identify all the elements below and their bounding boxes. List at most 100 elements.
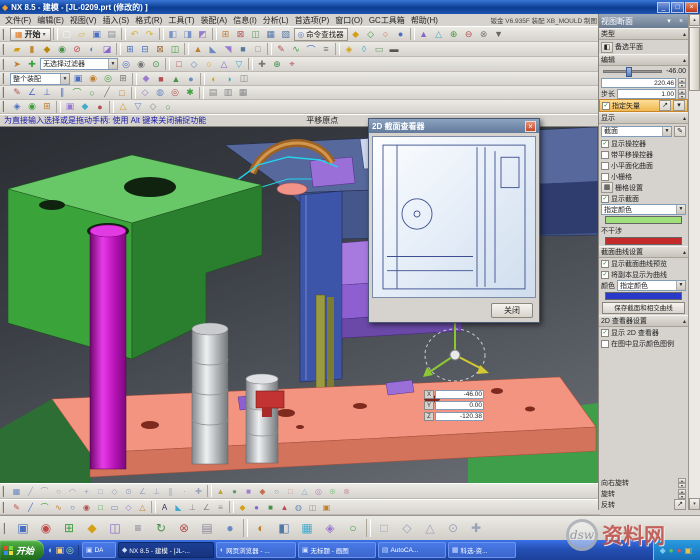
toolbar-icon[interactable]: ○ — [342, 518, 364, 539]
distance-field[interactable]: 220.46 — [601, 78, 676, 88]
menu-item[interactable]: 插入(S) — [100, 15, 133, 26]
snap-icon[interactable]: ◎ — [312, 485, 325, 497]
toolbar-icon[interactable]: ⊕ — [447, 28, 461, 41]
toolbar-icon[interactable] — [199, 87, 204, 99]
offset-slider[interactable] — [603, 70, 662, 73]
snap-icon[interactable]: ⊗ — [340, 485, 353, 497]
curve-icon[interactable]: ◆ — [236, 501, 249, 513]
curve-icon[interactable]: ◍ — [292, 501, 305, 513]
menu-item[interactable]: 视图(V) — [67, 15, 100, 26]
snap-icon[interactable]: ◆ — [256, 485, 269, 497]
titlebar[interactable]: ◆ NX 8.5 - 建模 - [JL-0209.prt (修改的) ] _□× — [0, 0, 700, 14]
checkbox[interactable]: ✓ — [601, 271, 609, 279]
taskbar-window-button[interactable]: ◐ 网页浏览器 - ... — [216, 542, 296, 558]
menu-item[interactable]: 装配(A) — [198, 15, 231, 26]
toolbar-icon[interactable]: ■ — [154, 72, 168, 85]
toolbar-icon[interactable]: ● — [219, 518, 241, 539]
curve-checkbox-row[interactable]: ✓ 显示截面曲线预览 — [599, 258, 688, 269]
toolbar-icon[interactable]: ◥ — [221, 43, 235, 56]
combo-arrow-icon[interactable]: ▼ — [676, 281, 685, 290]
toolbar-icon[interactable]: ◇ — [187, 58, 201, 71]
toolbar-icon[interactable] — [109, 101, 114, 113]
toolbar-icon[interactable]: ⊟ — [138, 43, 152, 56]
viewer-checkbox-row[interactable]: ✓ 显示 2D 查看器 — [599, 327, 688, 338]
curve-icon[interactable]: ≡ — [214, 501, 227, 513]
save-section-curves-button[interactable]: 保存截面和相交曲线 — [602, 302, 685, 314]
toolbar-icon[interactable]: ⊙ — [149, 58, 163, 71]
toolbar-icon[interactable] — [200, 73, 205, 85]
toolbar-icon[interactable]: ⊞ — [58, 518, 80, 539]
curve-icon[interactable]: ✎ — [10, 501, 23, 513]
toolbar-icon[interactable]: ◉ — [134, 58, 148, 71]
section-header-type[interactable]: 类型 ▴ — [599, 28, 688, 40]
toolbar-icon[interactable]: ≡ — [127, 518, 149, 539]
reverse-button[interactable]: ↗ — [674, 499, 686, 510]
toolbar-icon[interactable]: ● — [394, 28, 408, 41]
toolbar-icon[interactable]: ◎ — [168, 86, 182, 99]
display-checkbox-row[interactable]: 带平移操控器 — [599, 149, 688, 160]
snap-icon[interactable]: ◠ — [66, 485, 79, 497]
snap-icon[interactable]: + — [80, 485, 93, 497]
snap-icon[interactable]: ○ — [52, 485, 65, 497]
toolbar-icon[interactable]: ▰ — [10, 43, 24, 56]
panel-scrollbar[interactable]: ▴ ▾ — [688, 14, 700, 510]
toolbar-icon[interactable]: ● — [93, 100, 107, 113]
toolbar-icon[interactable] — [121, 28, 126, 40]
toolbar-icon[interactable]: ▽ — [131, 100, 145, 113]
toolbar-icon[interactable]: ◇ — [396, 518, 418, 539]
interference-color-swatch[interactable] — [605, 237, 682, 245]
section-color-combo[interactable]: 指定颜色 ▼ — [601, 204, 686, 215]
toolbar-icon[interactable]: ⊘ — [70, 43, 84, 56]
rotate-spinner[interactable]: ▴▾ — [678, 489, 686, 499]
toolbar-icon[interactable] — [212, 28, 217, 40]
toolbar-grip[interactable] — [3, 523, 8, 534]
section-color-swatch[interactable] — [605, 216, 682, 224]
toolbar-icon[interactable]: ✎ — [274, 43, 288, 56]
alternate-plane-row[interactable]: ◧ 备选平面 — [599, 40, 688, 54]
curve-icon[interactable]: ◉ — [80, 501, 93, 513]
snap-icon[interactable]: □ — [284, 485, 297, 497]
menu-item[interactable]: 分析(L) — [260, 15, 292, 26]
taskbar-window-button[interactable]: ▦ 科选-资... — [448, 542, 516, 558]
toolbar-icon[interactable]: ◣ — [206, 43, 220, 56]
toolbar-icon[interactable]: □ — [251, 43, 265, 56]
distance-spinner[interactable]: ▴▾ — [678, 78, 686, 88]
snap-icon[interactable]: ▲ — [214, 485, 227, 497]
toolbar-grip[interactable] — [2, 73, 7, 84]
toolbar-icon[interactable]: ◫ — [104, 518, 126, 539]
menu-item[interactable]: 格式(R) — [132, 15, 165, 26]
curve-icon[interactable]: ■ — [264, 501, 277, 513]
toolbar-icon[interactable]: ▦ — [264, 28, 278, 41]
checkbox[interactable]: ✓ — [601, 260, 609, 268]
toolbar-icon[interactable]: ▣ — [71, 72, 85, 85]
curve-icon[interactable]: □ — [94, 501, 107, 513]
dialog-titlebar[interactable]: 2D 截面查看器 × — [369, 119, 539, 133]
menu-item[interactable]: 首选项(P) — [292, 15, 333, 26]
curve-icon[interactable]: ◇ — [122, 501, 135, 513]
toolbar-icon[interactable] — [165, 58, 170, 70]
snap-icon[interactable]: ● — [228, 485, 241, 497]
toolbar-icon[interactable]: ↷ — [143, 28, 157, 41]
toolbar-icon[interactable] — [159, 28, 164, 40]
toolbar-icon[interactable]: ▦ — [236, 86, 250, 99]
curve-icon[interactable]: ╱ — [24, 501, 37, 513]
curve-icon[interactable]: ▣ — [320, 501, 333, 513]
toolbar-icon[interactable]: ⌖ — [285, 58, 299, 71]
toolbar-icon[interactable]: △ — [432, 28, 446, 41]
checkbox[interactable]: ✓ — [601, 329, 609, 337]
snap-icon[interactable]: ○ — [270, 485, 283, 497]
toolbar-icon[interactable]: ● — [184, 72, 198, 85]
toolbar-icon[interactable]: ◉ — [86, 72, 100, 85]
snap-icon[interactable]: ◇ — [108, 485, 121, 497]
toolbar-icon[interactable]: ✎ — [10, 86, 24, 99]
toolbar-icon[interactable]: △ — [116, 100, 130, 113]
toolbar-icon[interactable]: ◫ — [249, 28, 263, 41]
toolbar-icon[interactable]: ↻ — [150, 518, 172, 539]
toolbar-icon[interactable]: ◆ — [139, 72, 153, 85]
checkbox[interactable] — [601, 340, 609, 348]
toolbar-icon[interactable] — [56, 101, 61, 113]
toolbar-icon[interactable]: ✚ — [465, 518, 487, 539]
toolbar-icon[interactable]: ∥ — [55, 86, 69, 99]
toolbar-icon[interactable]: ◩ — [196, 28, 210, 41]
toolbar-icon[interactable]: ◆ — [78, 100, 92, 113]
